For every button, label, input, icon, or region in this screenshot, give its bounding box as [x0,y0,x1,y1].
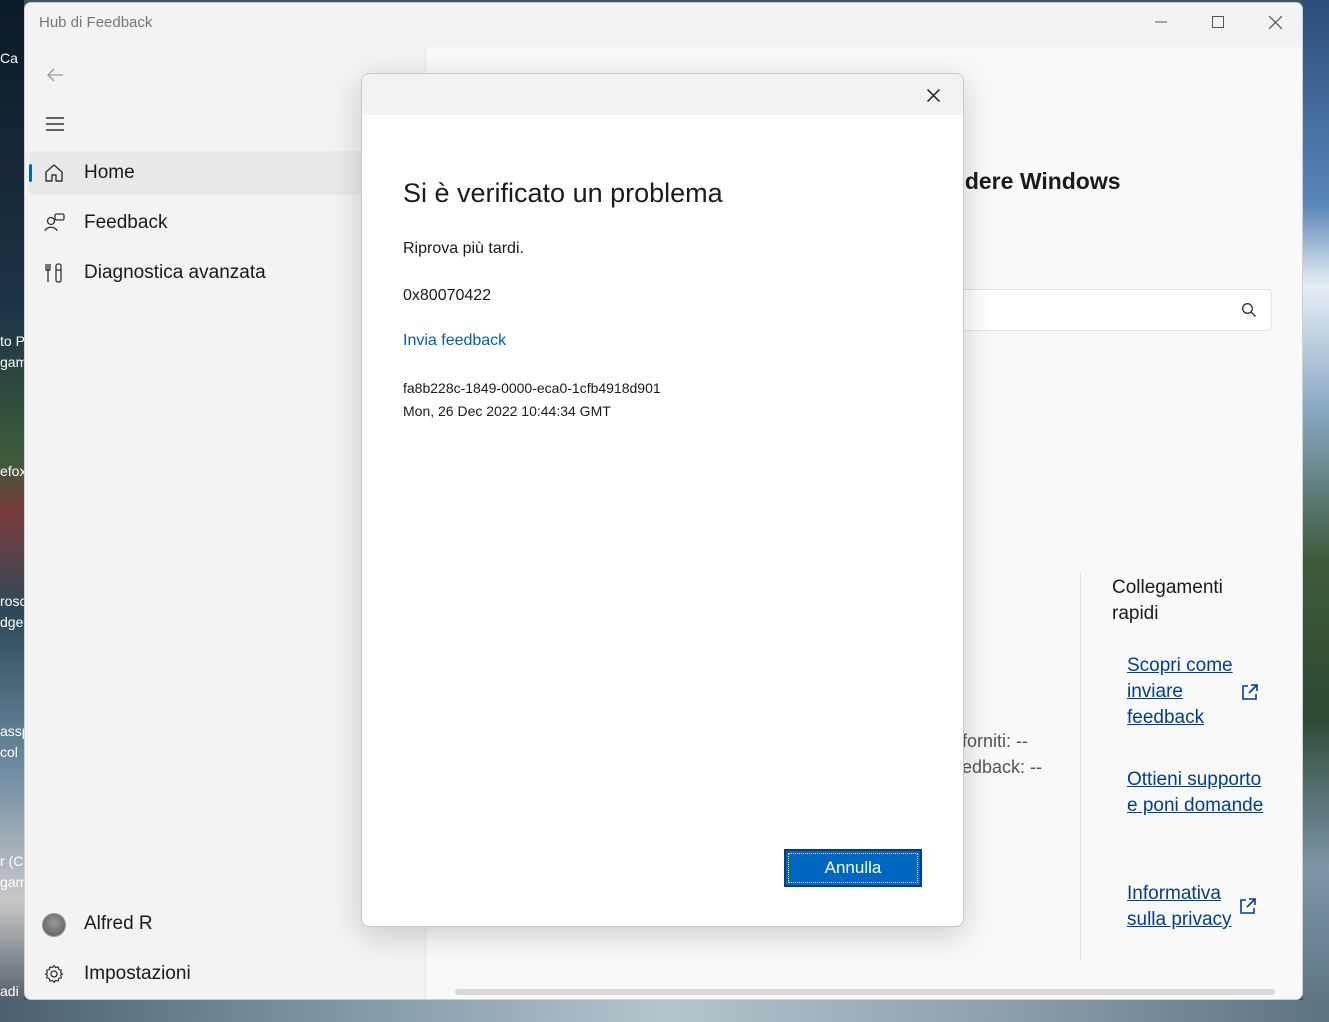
quick-link-send-feedback[interactable]: Scopri come inviare feedback [1127,653,1237,731]
search-icon[interactable] [1241,302,1257,318]
minimize-button[interactable] [1133,7,1189,37]
quick-links-divider [1080,572,1081,960]
close-window-button[interactable] [1247,7,1302,37]
nav-item-label: Home [84,162,135,183]
avatar [42,913,66,937]
correlation-id: fa8b228c-1849-0000-eca0-1cfb4918d901 [403,380,661,396]
nav-item-diagnostics[interactable]: Diagnostica avanzata [29,251,363,295]
stat-text: forniti: -- [962,731,1029,751]
hamburger-icon [46,117,64,131]
close-icon [926,88,940,102]
feedback-icon [43,212,65,234]
desktop-wallpaper-right [1303,0,1329,1022]
desktop-icon-label[interactable]: col [0,744,24,760]
error-timestamp: Mon, 26 Dec 2022 10:44:34 GMT [403,403,611,419]
horizontal-scrollbar[interactable] [455,989,1275,995]
page-heading: endere Windows [938,168,1121,194]
dialog-header [362,74,963,115]
desktop-icon-label[interactable]: Ca [0,50,24,66]
diagnostics-icon [43,262,65,284]
maximize-button[interactable] [1190,7,1246,37]
maximize-icon [1212,16,1224,28]
error-code: 0x80070422 [403,287,492,304]
desktop-icon-label[interactable]: adi [0,983,24,999]
gear-icon [43,963,65,985]
nav-item-home[interactable]: Home [29,151,363,195]
desktop-icon-label[interactable]: to P [0,333,24,349]
desktop-icon-label[interactable]: gam [0,354,24,370]
minimize-icon [1155,21,1167,23]
quick-links-title: Collegamenti rapidi [1112,577,1223,624]
cancel-button[interactable]: Annulla [784,849,922,887]
arrow-left-icon [47,68,63,82]
quick-link-privacy[interactable]: Informativa sulla privacy [1127,881,1237,933]
quick-link-support[interactable]: Ottieni supporto e poni domande [1127,767,1267,819]
desktop-icon-label[interactable]: assp [0,723,24,739]
desktop-icon-label[interactable]: rosc [0,593,24,609]
account-name: Alfred R [84,913,153,934]
send-feedback-link[interactable]: Invia feedback [403,332,506,350]
home-icon [43,162,65,184]
selection-indicator [29,164,32,182]
desktop-icon-label[interactable]: gam [0,874,24,890]
desktop-icon-label[interactable]: dge [0,614,24,630]
error-dialog: Si è verificato un problema Riprova più … [361,73,964,927]
external-link-icon [1242,684,1258,700]
search-input[interactable]: s [938,289,1272,331]
desktop-icon-label[interactable]: r (C [0,853,24,869]
dialog-message: Riprova più tardi. [403,240,524,257]
desktop-icon-label[interactable]: efox [0,463,24,479]
nav-item-label: Diagnostica avanzata [84,262,266,283]
hamburger-menu-button[interactable] [39,108,71,140]
nav-item-label: Feedback [84,212,168,233]
close-icon [1268,15,1282,29]
account-button[interactable]: Alfred R [29,902,363,946]
stat-text: edback: -- [962,757,1043,777]
nav-item-label: Impostazioni [84,963,191,984]
dialog-title: Si è verificato un problema [403,178,723,208]
desktop-wallpaper-bottom [0,1000,1329,1022]
window-title: Hub di Feedback [39,14,153,31]
settings-button[interactable]: Impostazioni [29,952,363,996]
external-link-icon [1240,898,1256,914]
back-button[interactable] [39,59,71,91]
dialog-close-button[interactable] [917,80,949,110]
title-bar[interactable]: Hub di Feedback [25,3,1302,43]
nav-item-feedback[interactable]: Feedback [29,201,363,245]
